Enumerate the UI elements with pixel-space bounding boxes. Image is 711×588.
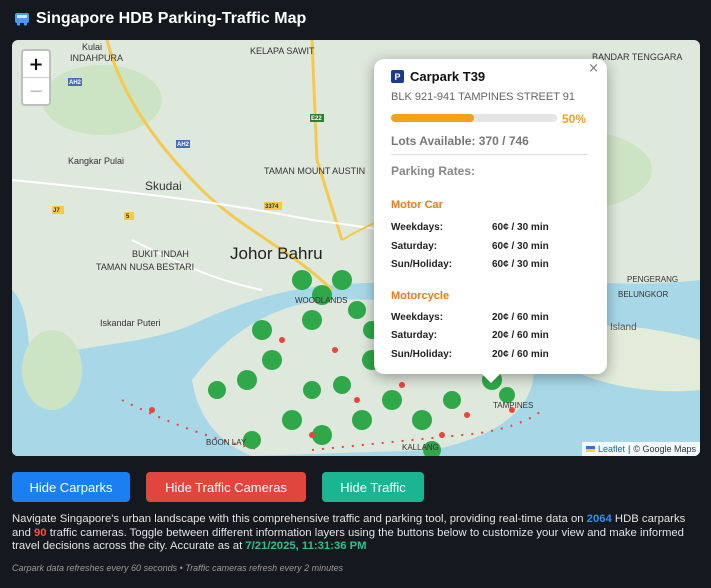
map-park — [22, 330, 82, 410]
parking-rates-label: Parking Rates: — [391, 164, 476, 178]
map-road-shield: 3374 — [265, 204, 279, 210]
refresh-note: Carpark data refreshes every 60 seconds … — [12, 563, 344, 573]
map-label: Skudai — [145, 179, 182, 193]
map-label: TAMPINES — [493, 401, 533, 410]
map-road-shield: J7 — [53, 208, 60, 214]
map-attribution: Leaflet | © Google Maps — [581, 442, 700, 456]
attribution-separator: | — [627, 444, 631, 454]
map-label: Kulai — [82, 42, 102, 52]
map-label: TAMAN MOUNT AUSTIN — [264, 166, 365, 176]
google-attribution: © Google Maps — [633, 444, 696, 454]
lots-available: Lots Available: 370 / 746 — [391, 134, 529, 148]
rate-value: 20¢ / 60 min — [492, 330, 549, 341]
rate-day: Weekdays: — [391, 222, 444, 233]
map-road-shield: AH2 — [69, 80, 82, 86]
map-label: Island — [610, 322, 637, 333]
motor-car-title: Motor Car — [391, 199, 443, 211]
map-label: WOODLANDS — [295, 296, 347, 305]
description: Navigate Singapore's urban landscape wit… — [12, 513, 704, 554]
occupancy-percent: 50% — [562, 112, 587, 126]
carpark-count: 2064 — [586, 513, 612, 525]
map-label: KALLANG — [402, 443, 439, 452]
rate-value: 60¢ / 30 min — [492, 259, 549, 270]
occupancy-bar — [391, 114, 557, 122]
map-label: INDAHPURA — [70, 53, 123, 63]
bus-icon — [15, 13, 29, 26]
hide-carparks-button[interactable]: Hide Carparks — [12, 472, 130, 502]
carpark-address: BLK 921-941 TAMPINES STREET 91 — [391, 91, 576, 103]
hide-traffic-button[interactable]: Hide Traffic — [322, 472, 424, 502]
map-label: BANDAR TENGGARA — [592, 52, 682, 62]
parking-icon: P — [391, 70, 404, 83]
map-label: BUKIT INDAH — [132, 249, 189, 259]
camera-count: 90 — [34, 526, 47, 539]
map-label: Kangkar Pulai — [68, 156, 124, 166]
zoom-control: + − — [21, 49, 51, 106]
rate-day: Weekdays: — [391, 312, 444, 323]
rate-day: Saturday: — [391, 241, 438, 252]
map-label: PENGERANG — [627, 275, 678, 284]
zoom-out-button[interactable]: − — [23, 78, 49, 104]
map-view[interactable]: Kulai INDAHPURA KELAPA SAWIT BANDAR TENG… — [12, 40, 700, 456]
map-label: BELUNGKOR — [618, 290, 668, 299]
map-label: Johor Bahru — [230, 244, 323, 263]
rate-value: 60¢ / 30 min — [492, 241, 549, 252]
map-label: KELAPA SAWIT — [250, 46, 315, 56]
rate-value: 20¢ / 60 min — [492, 312, 549, 323]
occupancy-bar-fill — [391, 114, 474, 122]
rate-day: Saturday: — [391, 330, 438, 341]
map-road-shield: AH2 — [177, 142, 190, 148]
map-label: BOON LAY — [206, 438, 247, 447]
rate-value: 60¢ / 30 min — [492, 222, 549, 233]
carpark-name: Carpark T39 — [410, 69, 486, 84]
description-text: Navigate Singapore's urban landscape wit… — [12, 513, 587, 525]
map-label: Iskandar Puteri — [100, 318, 161, 328]
carpark-popup: × P Carpark T39 BLK 921-941 TAMPINES STR… — [374, 59, 607, 374]
rate-day: Sun/Holiday: — [391, 259, 453, 270]
page-title: Singapore HDB Parking-Traffic Map — [36, 10, 307, 27]
motorcycle-title: Motorcycle — [391, 290, 450, 302]
popup-tip — [481, 373, 501, 383]
map-park — [42, 65, 162, 135]
popup-divider — [391, 154, 587, 155]
popup-header: P Carpark T39 — [391, 69, 485, 84]
map-road — [310, 40, 344, 241]
zoom-in-button[interactable]: + — [23, 51, 49, 78]
close-icon[interactable]: × — [588, 61, 599, 76]
header: Singapore HDB Parking-Traffic Map — [14, 10, 306, 28]
rate-value: 20¢ / 60 min — [492, 349, 549, 360]
leaflet-link[interactable]: Leaflet — [598, 444, 625, 454]
map-road-shield: E22 — [311, 116, 322, 122]
map-label: TAMAN NUSA BESTARI — [96, 262, 194, 272]
rate-day: Sun/Holiday: — [391, 349, 453, 360]
timestamp: 7/21/2025, 11:31:36 PM — [245, 540, 367, 553]
hide-traffic-cameras-button[interactable]: Hide Traffic Cameras — [146, 472, 306, 502]
flag-icon — [585, 446, 595, 452]
